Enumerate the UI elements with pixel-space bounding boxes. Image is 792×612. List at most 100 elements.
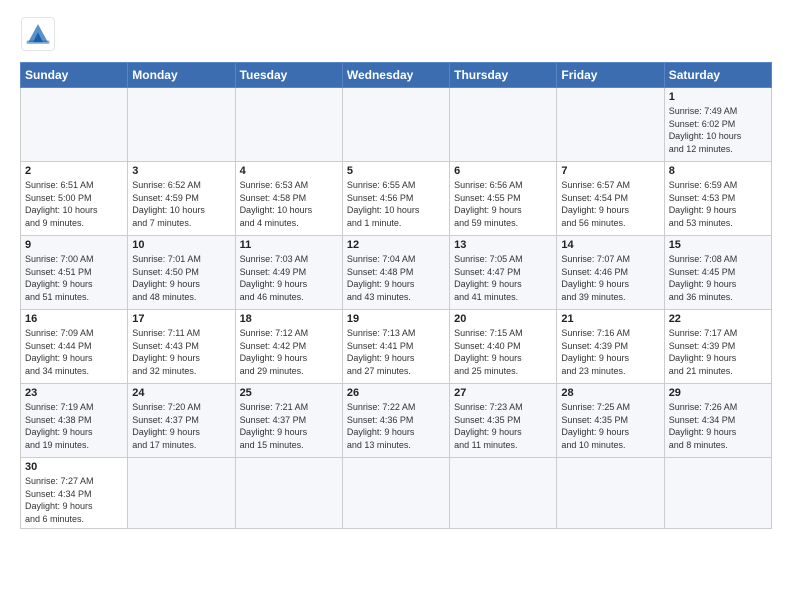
day-number: 29 — [669, 387, 767, 399]
calendar-cell: 27 Sunrise: 7:23 AM Sunset: 4:35 PM Dayli… — [450, 384, 557, 458]
calendar-cell — [557, 88, 664, 162]
calendar-table: SundayMondayTuesdayWednesdayThursdayFrid… — [20, 62, 772, 529]
day-number: 3 — [132, 165, 230, 177]
calendar-cell: 20 Sunrise: 7:15 AM Sunset: 4:40 PM Dayli… — [450, 310, 557, 384]
logo — [20, 16, 62, 52]
day-number: 20 — [454, 313, 552, 325]
day-number: 14 — [561, 239, 659, 251]
day-number: 5 — [347, 165, 445, 177]
day-info: Sunrise: 7:21 AM Sunset: 4:37 PM Dayligh… — [240, 401, 338, 451]
header-day-friday: Friday — [557, 63, 664, 88]
day-number: 23 — [25, 387, 123, 399]
calendar-cell — [21, 88, 128, 162]
day-info: Sunrise: 7:19 AM Sunset: 4:38 PM Dayligh… — [25, 401, 123, 451]
calendar-cell: 21 Sunrise: 7:16 AM Sunset: 4:39 PM Dayli… — [557, 310, 664, 384]
calendar-cell: 9Sunrise: 7:00 AM Sunset: 4:51 PM Daylig… — [21, 236, 128, 310]
calendar-week-row: 16 Sunrise: 7:09 AM Sunset: 4:44 PM Dayli… — [21, 310, 772, 384]
calendar-cell: 16 Sunrise: 7:09 AM Sunset: 4:44 PM Dayli… — [21, 310, 128, 384]
header-day-tuesday: Tuesday — [235, 63, 342, 88]
calendar-week-row: 23 Sunrise: 7:19 AM Sunset: 4:38 PM Dayli… — [21, 384, 772, 458]
calendar-page: SundayMondayTuesdayWednesdayThursdayFrid… — [0, 0, 792, 612]
day-info: Sunrise: 7:27 AM Sunset: 4:34 PM Dayligh… — [25, 475, 123, 525]
day-number: 7 — [561, 165, 659, 177]
day-number: 12 — [347, 239, 445, 251]
day-info: Sunrise: 6:55 AM Sunset: 4:56 PM Dayligh… — [347, 179, 445, 229]
calendar-cell: 10 Sunrise: 7:01 AM Sunset: 4:50 PM Dayli… — [128, 236, 235, 310]
day-info: Sunrise: 7:20 AM Sunset: 4:37 PM Dayligh… — [132, 401, 230, 451]
day-info: Sunrise: 7:16 AM Sunset: 4:39 PM Dayligh… — [561, 327, 659, 377]
day-number: 27 — [454, 387, 552, 399]
calendar-cell — [450, 458, 557, 529]
calendar-cell: 6 Sunrise: 6:56 AM Sunset: 4:55 PM Daylig… — [450, 162, 557, 236]
day-number: 28 — [561, 387, 659, 399]
day-info: Sunrise: 7:11 AM Sunset: 4:43 PM Dayligh… — [132, 327, 230, 377]
calendar-cell: 17Sunrise: 7:11 AM Sunset: 4:43 PM Dayli… — [128, 310, 235, 384]
day-number: 21 — [561, 313, 659, 325]
day-info: Sunrise: 7:07 AM Sunset: 4:46 PM Dayligh… — [561, 253, 659, 303]
day-info: Sunrise: 6:56 AM Sunset: 4:55 PM Dayligh… — [454, 179, 552, 229]
day-info: Sunrise: 7:04 AM Sunset: 4:48 PM Dayligh… — [347, 253, 445, 303]
day-info: Sunrise: 7:03 AM Sunset: 4:49 PM Dayligh… — [240, 253, 338, 303]
header-day-monday: Monday — [128, 63, 235, 88]
calendar-cell: 7 Sunrise: 6:57 AM Sunset: 4:54 PM Daylig… — [557, 162, 664, 236]
day-number: 18 — [240, 313, 338, 325]
header-day-thursday: Thursday — [450, 63, 557, 88]
day-number: 13 — [454, 239, 552, 251]
calendar-cell: 3Sunrise: 6:52 AM Sunset: 4:59 PM Daylig… — [128, 162, 235, 236]
header-day-wednesday: Wednesday — [342, 63, 449, 88]
calendar-cell — [128, 458, 235, 529]
calendar-cell — [128, 88, 235, 162]
header-day-saturday: Saturday — [664, 63, 771, 88]
day-number: 19 — [347, 313, 445, 325]
header-day-sunday: Sunday — [21, 63, 128, 88]
day-number: 2 — [25, 165, 123, 177]
day-number: 4 — [240, 165, 338, 177]
generalblue-logo-icon — [20, 16, 56, 52]
day-number: 16 — [25, 313, 123, 325]
calendar-week-row: 2 Sunrise: 6:51 AM Sunset: 5:00 PM Daylig… — [21, 162, 772, 236]
day-number: 9 — [25, 239, 123, 251]
day-info: Sunrise: 7:17 AM Sunset: 4:39 PM Dayligh… — [669, 327, 767, 377]
day-info: Sunrise: 6:57 AM Sunset: 4:54 PM Dayligh… — [561, 179, 659, 229]
day-info: Sunrise: 7:49 AM Sunset: 6:02 PM Dayligh… — [669, 105, 767, 155]
day-info: Sunrise: 7:23 AM Sunset: 4:35 PM Dayligh… — [454, 401, 552, 451]
calendar-cell: 14 Sunrise: 7:07 AM Sunset: 4:46 PM Dayli… — [557, 236, 664, 310]
calendar-cell — [342, 458, 449, 529]
calendar-cell: 23 Sunrise: 7:19 AM Sunset: 4:38 PM Dayli… — [21, 384, 128, 458]
day-info: Sunrise: 7:05 AM Sunset: 4:47 PM Dayligh… — [454, 253, 552, 303]
calendar-cell: 1 Sunrise: 7:49 AM Sunset: 6:02 PM Daylig… — [664, 88, 771, 162]
day-number: 6 — [454, 165, 552, 177]
day-number: 15 — [669, 239, 767, 251]
calendar-cell — [557, 458, 664, 529]
day-info: Sunrise: 7:22 AM Sunset: 4:36 PM Dayligh… — [347, 401, 445, 451]
calendar-cell: 18Sunrise: 7:12 AM Sunset: 4:42 PM Dayli… — [235, 310, 342, 384]
day-info: Sunrise: 6:51 AM Sunset: 5:00 PM Dayligh… — [25, 179, 123, 229]
day-number: 25 — [240, 387, 338, 399]
calendar-cell — [235, 88, 342, 162]
day-info: Sunrise: 6:59 AM Sunset: 4:53 PM Dayligh… — [669, 179, 767, 229]
day-info: Sunrise: 7:09 AM Sunset: 4:44 PM Dayligh… — [25, 327, 123, 377]
day-number: 1 — [669, 91, 767, 103]
day-info: Sunrise: 7:15 AM Sunset: 4:40 PM Dayligh… — [454, 327, 552, 377]
day-number: 10 — [132, 239, 230, 251]
day-info: Sunrise: 7:01 AM Sunset: 4:50 PM Dayligh… — [132, 253, 230, 303]
calendar-cell — [664, 458, 771, 529]
calendar-header-row: SundayMondayTuesdayWednesdayThursdayFrid… — [21, 63, 772, 88]
calendar-cell: 8Sunrise: 6:59 AM Sunset: 4:53 PM Daylig… — [664, 162, 771, 236]
calendar-cell: 15Sunrise: 7:08 AM Sunset: 4:45 PM Dayli… — [664, 236, 771, 310]
calendar-cell: 2 Sunrise: 6:51 AM Sunset: 5:00 PM Daylig… — [21, 162, 128, 236]
calendar-week-row: 9Sunrise: 7:00 AM Sunset: 4:51 PM Daylig… — [21, 236, 772, 310]
day-number: 11 — [240, 239, 338, 251]
day-info: Sunrise: 6:53 AM Sunset: 4:58 PM Dayligh… — [240, 179, 338, 229]
calendar-cell: 22Sunrise: 7:17 AM Sunset: 4:39 PM Dayli… — [664, 310, 771, 384]
calendar-cell: 24 Sunrise: 7:20 AM Sunset: 4:37 PM Dayli… — [128, 384, 235, 458]
calendar-week-row: 1 Sunrise: 7:49 AM Sunset: 6:02 PM Daylig… — [21, 88, 772, 162]
calendar-cell: 26Sunrise: 7:22 AM Sunset: 4:36 PM Dayli… — [342, 384, 449, 458]
calendar-cell — [235, 458, 342, 529]
calendar-cell: 11 Sunrise: 7:03 AM Sunset: 4:49 PM Dayli… — [235, 236, 342, 310]
calendar-cell: 5 Sunrise: 6:55 AM Sunset: 4:56 PM Daylig… — [342, 162, 449, 236]
calendar-cell — [450, 88, 557, 162]
calendar-week-row: 30Sunrise: 7:27 AM Sunset: 4:34 PM Dayli… — [21, 458, 772, 529]
day-number: 24 — [132, 387, 230, 399]
calendar-cell: 4 Sunrise: 6:53 AM Sunset: 4:58 PM Daylig… — [235, 162, 342, 236]
